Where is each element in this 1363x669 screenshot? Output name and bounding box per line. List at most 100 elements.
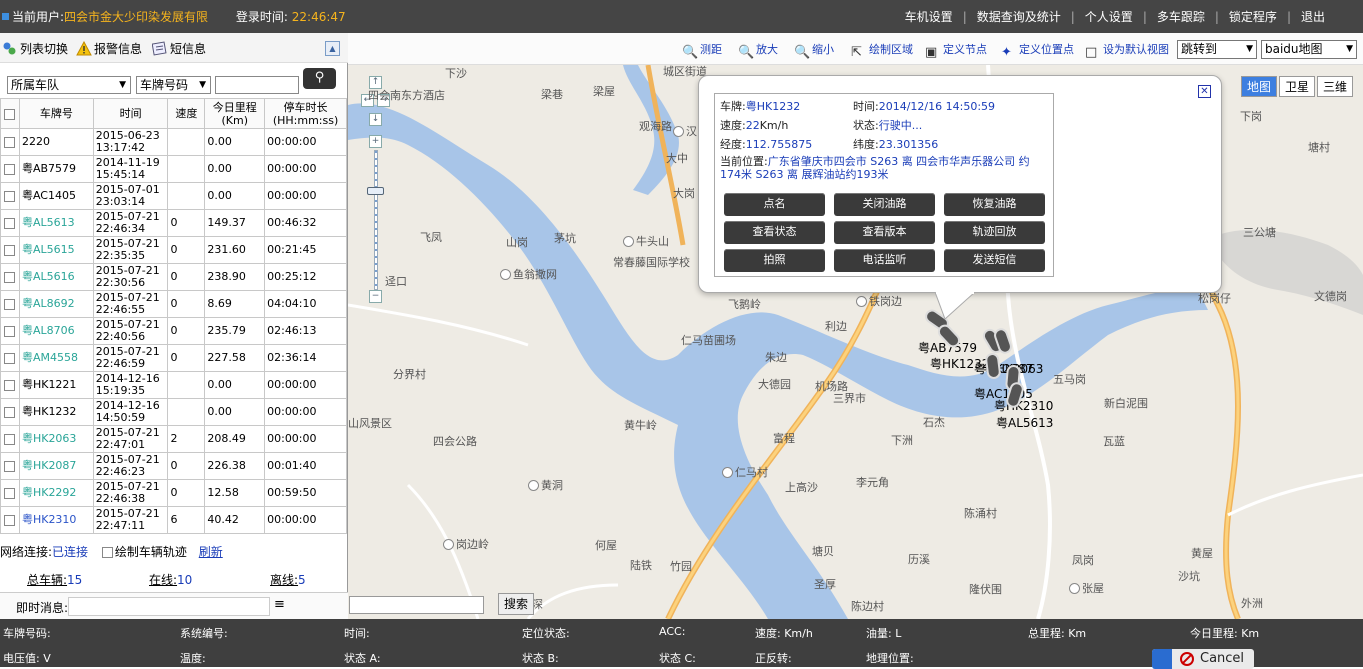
- view-status-button[interactable]: 查看状态: [724, 221, 825, 244]
- alarm-button[interactable]: 报警信息: [76, 40, 142, 57]
- col-stop[interactable]: 停车时长 (HH:mm:ss): [264, 98, 347, 129]
- zoom-slider-handle[interactable]: [367, 187, 384, 195]
- fleet-select[interactable]: 所属车队 ▼: [7, 76, 131, 94]
- instant-message-input[interactable]: [68, 597, 270, 616]
- row-checkbox[interactable]: [4, 298, 16, 310]
- cell-plate[interactable]: 粤AL5615: [18, 236, 94, 264]
- cell-plate[interactable]: 粤AL8706: [18, 317, 94, 345]
- map-search-input[interactable]: [349, 596, 484, 614]
- row-checkbox[interactable]: [4, 163, 16, 175]
- search-button[interactable]: ⚲: [303, 68, 336, 89]
- zoom-in-tool[interactable]: 🔍 放大: [738, 41, 778, 60]
- map-provider-select[interactable]: baidu地图 ▼: [1261, 40, 1357, 59]
- collapse-up-icon[interactable]: ▲: [325, 41, 340, 56]
- cell-plate[interactable]: 粤AL5616: [18, 263, 94, 291]
- cell-plate[interactable]: 粤AL5613: [18, 209, 94, 237]
- default-view-tool[interactable]: □ 设为默认视图: [1085, 41, 1169, 60]
- row-checkbox[interactable]: [4, 244, 16, 256]
- pan-down-icon[interactable]: ↓: [369, 113, 382, 126]
- cancel-button[interactable]: Cancel: [1152, 649, 1254, 669]
- zoom-slider-track[interactable]: [374, 150, 378, 290]
- table-row[interactable]: 粤AL5615 2015-07-21 22:35:35 0 231.60 00:21:4…: [0, 236, 347, 264]
- draw-area-tool[interactable]: ⇱ 绘制区域: [851, 41, 913, 60]
- refresh-link[interactable]: 刷新: [199, 545, 223, 559]
- row-checkbox[interactable]: [4, 271, 16, 283]
- menu-multi-track[interactable]: 多车跟踪: [1147, 10, 1215, 24]
- message-list-icon[interactable]: ≡: [274, 597, 285, 612]
- define-point-tool[interactable]: ✦ 定义位置点: [1001, 41, 1074, 60]
- define-node-tool[interactable]: ▣ 定义节点: [925, 41, 987, 60]
- table-row[interactable]: 粤HK2063 2015-07-21 22:47:01 2 208.49 00:00:0…: [0, 425, 347, 453]
- vehicle-marker-label[interactable]: 粤HK2310: [994, 397, 1053, 414]
- table-row[interactable]: 粤HK2087 2015-07-21 22:46:23 0 226.38 00:01:4…: [0, 452, 347, 480]
- row-checkbox[interactable]: [4, 217, 16, 229]
- row-checkbox[interactable]: [4, 433, 16, 445]
- row-checkbox[interactable]: [4, 406, 16, 418]
- view-version-button[interactable]: 查看版本: [834, 221, 935, 244]
- map-type-map[interactable]: 地图: [1241, 76, 1277, 97]
- table-row[interactable]: 粤AL5616 2015-07-21 22:30:56 0 238.90 00:25:1…: [0, 263, 347, 291]
- map-type-3d[interactable]: 三维: [1317, 76, 1353, 97]
- zoom-out-tool[interactable]: 🔍 缩小: [794, 41, 834, 60]
- draw-track-checkbox[interactable]: [101, 547, 113, 558]
- menu-data-query[interactable]: 数据查询及统计: [967, 10, 1071, 24]
- map-search-button[interactable]: 搜索: [498, 593, 534, 615]
- cell-plate[interactable]: 粤AB7579: [18, 155, 94, 183]
- table-row[interactable]: 粤AL8692 2015-07-21 22:46:55 0 8.69 04:04:10: [0, 290, 347, 318]
- jump-to-select[interactable]: 跳转到 ▼: [1177, 40, 1257, 59]
- table-row[interactable]: 粤AB7579 2014-11-19 15:45:14 0.00 00:00:00: [0, 155, 347, 183]
- zoom-plus-icon[interactable]: +: [369, 135, 382, 148]
- plate-select[interactable]: 车牌号码 ▼: [136, 76, 211, 94]
- take-photo-button[interactable]: 拍照: [724, 249, 825, 272]
- rollcall-button[interactable]: 点名: [724, 193, 825, 216]
- restore-oil-button[interactable]: 恢复油路: [944, 193, 1045, 216]
- col-mileage[interactable]: 今日里程 (Km): [204, 98, 266, 129]
- cell-plate[interactable]: 粤AC1405: [18, 182, 94, 210]
- table-row[interactable]: 粤HK1232 2014-12-16 14:50:59 0.00 00:00:00: [0, 398, 347, 426]
- table-row[interactable]: 2220 2015-06-23 13:17:42 0.00 00:00:00: [0, 128, 347, 156]
- table-row[interactable]: 粤HK1221 2014-12-16 15:19:35 0.00 00:00:00: [0, 371, 347, 399]
- row-checkbox[interactable]: [4, 352, 16, 364]
- row-checkbox[interactable]: [4, 514, 16, 526]
- map-type-satellite[interactable]: 卫星: [1279, 76, 1315, 97]
- menu-logout[interactable]: 退出: [1291, 10, 1335, 24]
- row-checkbox[interactable]: [4, 136, 16, 148]
- table-row[interactable]: 粤HK2310 2015-07-21 22:47:11 6 40.42 00:00:00: [0, 506, 347, 534]
- col-speed[interactable]: 速度: [167, 98, 206, 129]
- menu-lock[interactable]: 锁定程序: [1219, 10, 1287, 24]
- row-checkbox[interactable]: [4, 379, 16, 391]
- table-row[interactable]: 粤AC1405 2015-07-01 23:03:14 0.00 00:00:00: [0, 182, 347, 210]
- zoom-minus-icon[interactable]: −: [369, 290, 382, 303]
- cell-plate[interactable]: 粤HK2292: [18, 479, 94, 507]
- send-sms-button[interactable]: 发送短信: [944, 249, 1045, 272]
- phone-monitor-button[interactable]: 电话监听: [834, 249, 935, 272]
- track-playback-button[interactable]: 轨迹回放: [944, 221, 1045, 244]
- cell-plate[interactable]: 粤AM4558: [18, 344, 94, 372]
- sms-button[interactable]: 短信息: [151, 40, 206, 57]
- row-checkbox[interactable]: [4, 325, 16, 337]
- row-checkbox[interactable]: [4, 487, 16, 499]
- measure-tool[interactable]: 🔍 测距: [682, 41, 722, 60]
- table-row[interactable]: 粤HK2292 2015-07-21 22:46:38 0 12.58 00:59:50: [0, 479, 347, 507]
- table-row[interactable]: 粤AL5613 2015-07-21 22:46:34 0 149.37 00:46:3…: [0, 209, 347, 237]
- menu-personal-settings[interactable]: 个人设置: [1075, 10, 1143, 24]
- cell-plate[interactable]: 粤AL8692: [18, 290, 94, 318]
- row-checkbox[interactable]: [4, 460, 16, 472]
- row-checkbox[interactable]: [4, 190, 16, 202]
- cell-plate[interactable]: 粤HK2063: [18, 425, 94, 453]
- menu-vehicle-settings[interactable]: 车机设置: [895, 10, 963, 24]
- cell-plate[interactable]: 粤HK1232: [18, 398, 94, 426]
- vehicle-marker-label[interactable]: 粤AL5613: [996, 414, 1053, 431]
- col-time[interactable]: 时间: [92, 98, 169, 129]
- table-row[interactable]: 粤AL8706 2015-07-21 22:40:56 0 235.79 02:46:1…: [0, 317, 347, 345]
- table-row[interactable]: 粤AM4558 2015-07-21 22:46:59 0 227.58 02:36:1…: [0, 344, 347, 372]
- cell-plate[interactable]: 粤HK2087: [18, 452, 94, 480]
- list-switch-button[interactable]: 列表切换: [2, 40, 68, 57]
- plate-search-input[interactable]: [215, 76, 299, 94]
- cell-plate[interactable]: 粤HK1221: [18, 371, 94, 399]
- cell-plate[interactable]: 粤HK2310: [18, 506, 94, 534]
- close-icon[interactable]: ✕: [1198, 85, 1211, 98]
- cut-oil-button[interactable]: 关闭油路: [834, 193, 935, 216]
- cell-plate[interactable]: 2220: [18, 128, 94, 156]
- col-plate[interactable]: 车牌号: [18, 98, 94, 129]
